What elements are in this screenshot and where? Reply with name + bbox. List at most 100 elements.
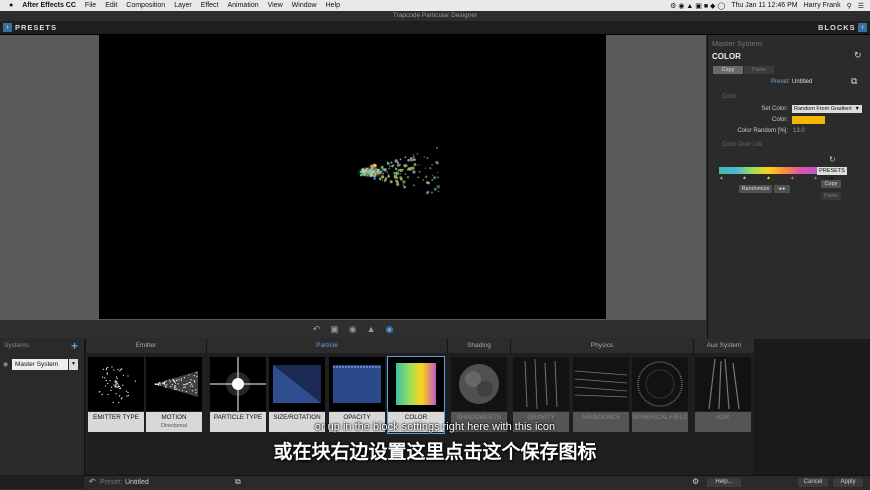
lights-icon[interactable]: ◉ <box>349 324 357 335</box>
preview-viewer[interactable] <box>99 35 606 319</box>
aux-thumbnail <box>695 357 751 411</box>
block-label: PARTICLE TYPE <box>213 414 263 421</box>
save-preset-icon[interactable]: ⧉ <box>851 76 857 87</box>
system-menubar: ● After Effects CC File Edit Composition… <box>0 0 870 11</box>
swap-gradient-button[interactable]: ◂ ▸ <box>774 185 790 193</box>
presets-label[interactable]: PRESETS <box>15 23 57 32</box>
footer-preset-label: Preset: <box>100 479 123 486</box>
blocks-label[interactable]: BLOCKS <box>818 23 856 32</box>
color-swatch[interactable] <box>792 116 825 124</box>
undo-icon[interactable]: ↶ <box>313 324 321 335</box>
list-icon[interactable]: ☰ <box>858 2 864 10</box>
set-color-value: Random From Gradient <box>794 106 852 112</box>
color-thumbnail <box>388 357 444 411</box>
help-button[interactable]: Help... <box>707 478 741 487</box>
group-emitter[interactable]: Emitter <box>85 339 206 353</box>
group-physics[interactable]: Physics <box>510 339 693 353</box>
cancel-button[interactable]: Cancel <box>798 478 828 487</box>
save-preset-footer-icon[interactable]: ⧉ <box>235 477 241 487</box>
subtitle-chinese: 或在块右边设置这里点击这个保存图标 <box>273 442 597 463</box>
menu-animation[interactable]: Animation <box>227 2 258 9</box>
menu-window[interactable]: Window <box>292 2 317 9</box>
user-name[interactable]: Harry Frank <box>804 2 841 9</box>
opacity-thumbnail <box>329 357 385 411</box>
set-color-dropdown[interactable]: Random From Gradient ▼ <box>792 105 862 113</box>
color-over-life-gradient[interactable] <box>719 167 818 174</box>
apple-menu-icon[interactable]: ● <box>9 2 13 9</box>
systems-title: Systems <box>4 342 29 349</box>
motion-thumbnail <box>146 357 202 411</box>
system-item[interactable]: Master System <box>12 359 68 370</box>
particle-preview <box>357 146 440 195</box>
color-label: Color: <box>771 117 788 123</box>
presets-toggle-icon[interactable]: › <box>3 23 12 32</box>
chevron-down-icon: ▼ <box>854 106 860 112</box>
search-icon[interactable]: ⚲ <box>847 2 852 10</box>
menu-composition[interactable]: Composition <box>126 2 165 9</box>
color-section-label: Color <box>722 94 737 100</box>
block-label: GRAVITY <box>527 414 555 421</box>
gravity-thumbnail <box>513 357 569 411</box>
block-label: SHADOWLETS <box>456 414 502 421</box>
air-bounce-thumbnail <box>573 357 629 411</box>
preset-label: Preset: <box>770 79 790 85</box>
footer-preset-value: Untitled <box>125 479 149 486</box>
apply-button[interactable]: Apply <box>833 478 863 487</box>
status-icons[interactable]: ⚙ ◉ ▲ ▣ ■ ◆ ◯ <box>670 2 725 10</box>
menu-effect[interactable]: Effect <box>201 2 219 9</box>
emitter-type-thumbnail <box>88 357 144 411</box>
gradient-reset-icon[interactable]: ↻ <box>829 155 836 164</box>
block-label: AIR/BOUNCE <box>581 414 621 421</box>
block-label: SIZE/ROTATION <box>273 414 321 421</box>
paste-button[interactable]: Paste <box>744 66 774 74</box>
particle-type-thumbnail <box>210 357 266 411</box>
set-color-label: Set Color: <box>761 106 788 112</box>
menu-help[interactable]: Help <box>326 2 340 9</box>
menu-layer[interactable]: Layer <box>174 2 192 9</box>
gradient-stops[interactable]: ▲ ▲ ▲ ▲ ▲ <box>719 175 818 181</box>
group-shading[interactable]: Shading <box>447 339 510 353</box>
shadowlets-thumbnail <box>451 357 507 411</box>
menu-file[interactable]: File <box>85 2 96 9</box>
block-label: AUX <box>716 414 730 421</box>
block-settings-panel: Master System COLOR ↻ Copy Paste Preset:… <box>707 35 870 338</box>
gradient-presets-dropdown[interactable]: PRESETS ▼ <box>817 167 847 182</box>
subtitle-english: or up in the block settings right here w… <box>314 421 556 433</box>
group-particle[interactable]: Particle <box>206 339 447 353</box>
section-title: COLOR <box>712 52 741 61</box>
app-menu[interactable]: After Effects CC <box>22 2 76 9</box>
blocks-toggle-icon[interactable]: ‹ <box>858 23 867 32</box>
undo-preset-icon[interactable]: ↶ <box>89 477 96 486</box>
preset-value: Untitled <box>792 79 813 85</box>
group-aux-system[interactable]: Aux System <box>693 339 754 353</box>
gradient-paste-button[interactable]: Paste <box>821 192 841 200</box>
reset-icon[interactable]: ↻ <box>854 50 862 61</box>
block-label: OPACITY <box>343 414 371 421</box>
color-over-life-label: Color Over Life <box>722 142 763 148</box>
block-label: EMITTER TYPE <box>93 414 139 421</box>
color-random-value[interactable]: 13.0 <box>793 128 805 134</box>
presets-dropdown-label: PRESETS <box>819 168 845 174</box>
add-system-button[interactable]: + <box>71 339 78 353</box>
gear-icon[interactable]: ⚙ <box>692 477 699 486</box>
spherical-field-thumbnail <box>632 357 688 411</box>
footer-left-spacer <box>0 475 84 489</box>
gradient-copy-button[interactable]: Copy <box>821 180 841 188</box>
eye-icon[interactable]: ◉ <box>385 324 393 335</box>
system-dropdown-icon[interactable]: ▼ <box>69 359 78 370</box>
menu-edit[interactable]: Edit <box>105 2 117 9</box>
menu-view[interactable]: View <box>268 2 283 9</box>
designer-header: › PRESETS BLOCKS ‹ <box>0 21 870 35</box>
block-label: MOTION <box>161 414 187 421</box>
copy-button[interactable]: Copy <box>713 66 743 74</box>
clock[interactable]: Thu Jan 11 12:46 PM <box>731 2 797 9</box>
block-label: COLOR <box>404 414 428 421</box>
system-title: Master System <box>712 39 763 48</box>
randomize-button[interactable]: Randomize <box>739 185 772 193</box>
grid-floor-icon[interactable]: ▲ <box>367 324 376 334</box>
visibility-eye-icon[interactable]: ◉ <box>3 361 8 368</box>
footer-bar <box>84 475 870 490</box>
block-label: SPHERICAL FIELD <box>632 414 688 421</box>
camera-icon[interactable]: ▣ <box>330 324 339 335</box>
color-random-label: Color Random [%]: <box>737 128 788 134</box>
